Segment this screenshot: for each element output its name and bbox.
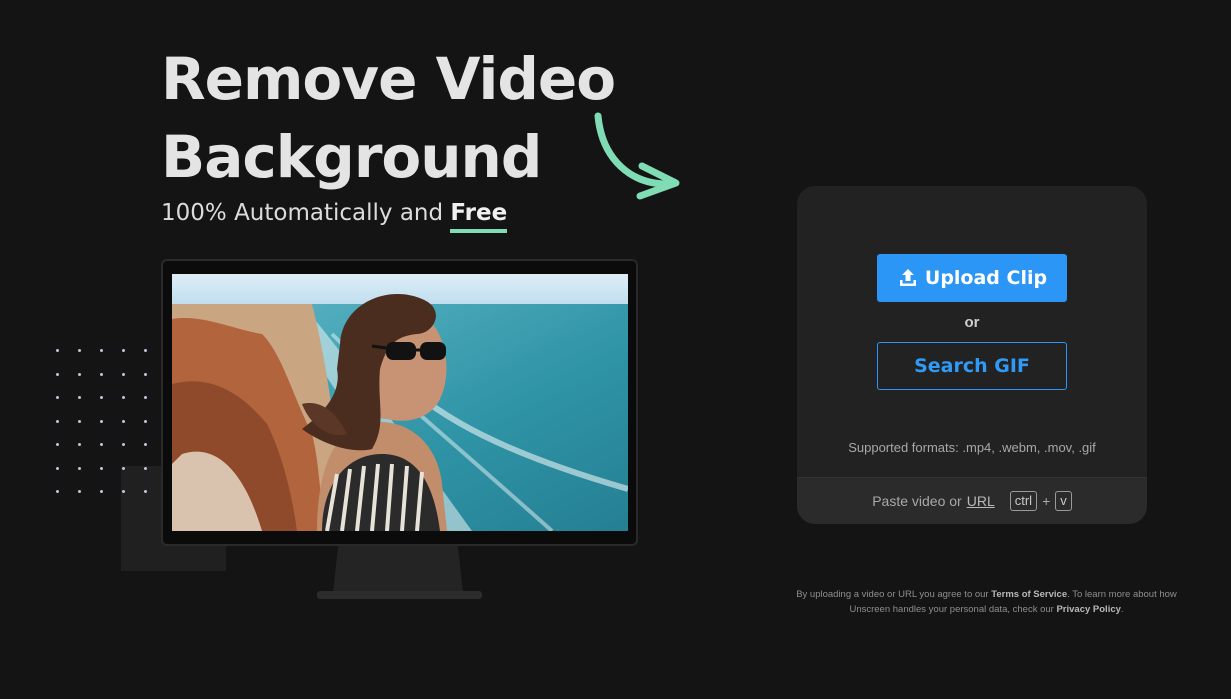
decorative-dot (56, 419, 59, 423)
v-key: v (1055, 491, 1072, 511)
decorative-dot-grid (56, 349, 166, 514)
upload-clip-label: Upload Clip (924, 267, 1048, 289)
decorative-dot (122, 419, 125, 423)
decorative-dot (56, 349, 59, 352)
monitor-preview (161, 259, 638, 546)
decorative-dot (100, 443, 103, 446)
decorative-dot (56, 372, 59, 376)
decorative-dot (100, 466, 103, 470)
decorative-dot (56, 396, 59, 399)
decorative-dot (144, 419, 147, 423)
privacy-policy-link[interactable]: Privacy Policy (1056, 604, 1120, 615)
decorative-dot (56, 466, 59, 470)
decorative-dot (100, 396, 103, 399)
shortcut-plus: + (1042, 493, 1051, 509)
decorative-dot (144, 443, 147, 446)
paste-url-link[interactable]: URL (967, 493, 995, 509)
search-gif-label: Search GIF (914, 355, 1030, 377)
monitor-stand-base (317, 591, 482, 599)
decorative-dot (78, 372, 81, 376)
decorative-dot (78, 419, 81, 423)
subtitle: 100% Automatically and Free (161, 200, 508, 233)
demo-video-preview (172, 274, 628, 531)
upload-card: Upload Clip or Search GIF Supported form… (797, 186, 1147, 524)
decorative-dot (78, 490, 81, 493)
upload-clip-button[interactable]: Upload Clip (877, 254, 1067, 302)
paste-prefix: Paste video or (872, 493, 962, 509)
decorative-dot (56, 443, 59, 446)
decorative-dot (78, 466, 81, 470)
decorative-dot (100, 372, 103, 376)
ctrl-key: ctrl (1009, 491, 1038, 511)
decorative-dot (100, 419, 103, 423)
legal-text-1: By uploading a video or URL you agree to… (796, 589, 989, 600)
curved-arrow-icon (594, 112, 680, 200)
decorative-dot (78, 349, 81, 352)
upload-icon (899, 269, 916, 286)
decorative-dot (144, 466, 147, 470)
decorative-dot (144, 396, 147, 399)
paste-bar: Paste video or URL ctrl + v (797, 477, 1147, 524)
legal-notice: By uploading a video or URL you agree to… (784, 587, 1189, 617)
page: Remove Video Background 100% Automatical… (0, 0, 1231, 699)
decorative-dot (122, 349, 125, 352)
or-separator: or (964, 314, 980, 331)
decorative-dot (122, 443, 125, 446)
terms-of-service-link[interactable]: Terms of Service (991, 589, 1067, 600)
decorative-dot (78, 443, 81, 446)
decorative-dot (122, 466, 125, 470)
demo-video-image (172, 274, 628, 531)
page-title: Remove Video Background (161, 40, 616, 196)
decorative-dot (78, 396, 81, 399)
decorative-dot (122, 372, 125, 376)
decorative-dot (100, 490, 103, 493)
title-line-1: Remove Video (161, 45, 616, 113)
decorative-dot (144, 490, 147, 493)
decorative-dot (144, 349, 147, 352)
decorative-dot (122, 490, 125, 493)
legal-text-3: . (1120, 604, 1124, 615)
supported-formats-text: Supported formats: .mp4, .webm, .mov, .g… (848, 440, 1096, 455)
decorative-dot (56, 490, 59, 493)
decorative-dot (122, 396, 125, 399)
title-line-2: Background (161, 123, 542, 191)
decorative-dot (100, 349, 103, 352)
monitor-stand-neck (333, 546, 463, 592)
subtitle-free-highlight: Free (450, 200, 508, 233)
search-gif-button[interactable]: Search GIF (877, 342, 1067, 390)
decorative-dot (144, 372, 147, 376)
subtitle-prefix: 100% Automatically and (161, 200, 444, 226)
